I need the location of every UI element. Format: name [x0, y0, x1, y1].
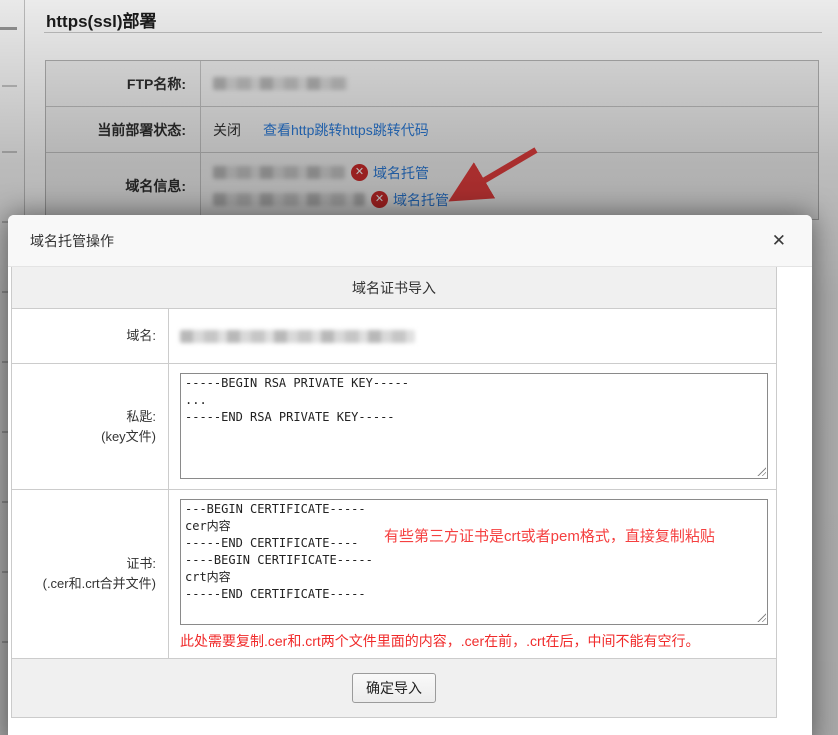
private-key-value: -----BEGIN RSA PRIVATE KEY----- ... ----… — [169, 364, 776, 489]
table-row-domains: 域名信息: ✕ 域名托管 ✕ 域名托管 — [46, 153, 818, 219]
table-row-status: 当前部署状态: 关闭 查看http跳转https跳转代码 — [46, 107, 818, 153]
domain-value — [169, 309, 776, 363]
form-row-private-key: 私匙: (key文件) -----BEGIN RSA PRIVATE KEY--… — [12, 364, 776, 490]
certificate-paste-note: 此处需要复制.cer和.crt两个文件里面的内容，.cer在前，.crt在后，中… — [180, 631, 776, 651]
certificate-value: 有些第三方证书是crt或者pem格式，直接复制粘贴 ---BEGIN CERTI… — [169, 490, 776, 658]
domain-entry: ✕ 域名托管 — [213, 186, 449, 213]
status-text: 关闭 — [213, 120, 241, 140]
form-section-header: 域名证书导入 — [12, 267, 776, 309]
form-row-certificate: 证书: (.cer和.crt合并文件) 有些第三方证书是crt或者pem格式，直… — [12, 490, 776, 659]
domain-entry: ✕ 域名托管 — [213, 159, 429, 186]
domain-label: 域名: — [12, 309, 169, 363]
domain-hosting-link[interactable]: 域名托管 — [393, 190, 449, 210]
remove-domain-icon[interactable]: ✕ — [351, 164, 368, 181]
rail-mark — [2, 151, 17, 153]
private-key-label: 私匙: (key文件) — [12, 364, 169, 489]
deploy-status-value: 关闭 查看http跳转https跳转代码 — [201, 107, 818, 152]
certificate-textarea-wrap: ---BEGIN CERTIFICATE----- cer内容 -----END… — [180, 499, 768, 625]
remove-domain-icon[interactable]: ✕ — [371, 191, 388, 208]
certificate-textarea[interactable]: ---BEGIN CERTIFICATE----- cer内容 -----END… — [180, 499, 768, 625]
certificate-label: 证书: (.cer和.crt合并文件) — [12, 490, 169, 658]
redacted-ftp-name — [213, 77, 348, 90]
dialog-title: 域名托管操作 — [30, 231, 114, 251]
close-icon[interactable]: ✕ — [772, 232, 786, 249]
dialog-header: 域名托管操作 ✕ — [8, 215, 812, 267]
rail-mark — [0, 27, 17, 30]
domain-info-label: 域名信息: — [46, 153, 201, 219]
view-redirect-code-link[interactable]: 查看http跳转https跳转代码 — [263, 120, 429, 140]
redacted-domain — [180, 330, 415, 343]
form-row-domain: 域名: — [12, 309, 776, 364]
certificate-import-form: 域名证书导入 域名: 私匙: (key文件) -----BEGIN RSA PR… — [11, 267, 777, 718]
confirm-import-button[interactable]: 确定导入 — [352, 673, 436, 703]
redacted-domain — [213, 166, 345, 179]
private-key-textarea-wrap: -----BEGIN RSA PRIVATE KEY----- ... ----… — [180, 373, 768, 479]
rail-mark — [2, 85, 17, 87]
redacted-domain — [213, 193, 365, 206]
private-key-textarea[interactable]: -----BEGIN RSA PRIVATE KEY----- ... ----… — [180, 373, 768, 479]
domain-hosting-dialog: 域名托管操作 ✕ 域名证书导入 域名: 私匙: (key文件) -----BEG… — [8, 215, 812, 735]
ftp-name-label: FTP名称: — [46, 61, 201, 106]
ftp-name-value — [201, 61, 818, 106]
domain-hosting-link[interactable]: 域名托管 — [373, 163, 429, 183]
certificate-format-annotation: 有些第三方证书是crt或者pem格式，直接复制粘贴 — [384, 525, 715, 546]
form-footer: 确定导入 — [12, 659, 776, 717]
deploy-status-label: 当前部署状态: — [46, 107, 201, 152]
domain-info-value: ✕ 域名托管 ✕ 域名托管 — [201, 153, 818, 219]
ssl-status-table: FTP名称: 当前部署状态: 关闭 查看http跳转https跳转代码 域名信息… — [45, 60, 819, 220]
heading-divider — [44, 32, 822, 33]
table-row-ftp: FTP名称: — [46, 61, 818, 107]
page-title: https(ssl)部署 — [46, 7, 157, 32]
